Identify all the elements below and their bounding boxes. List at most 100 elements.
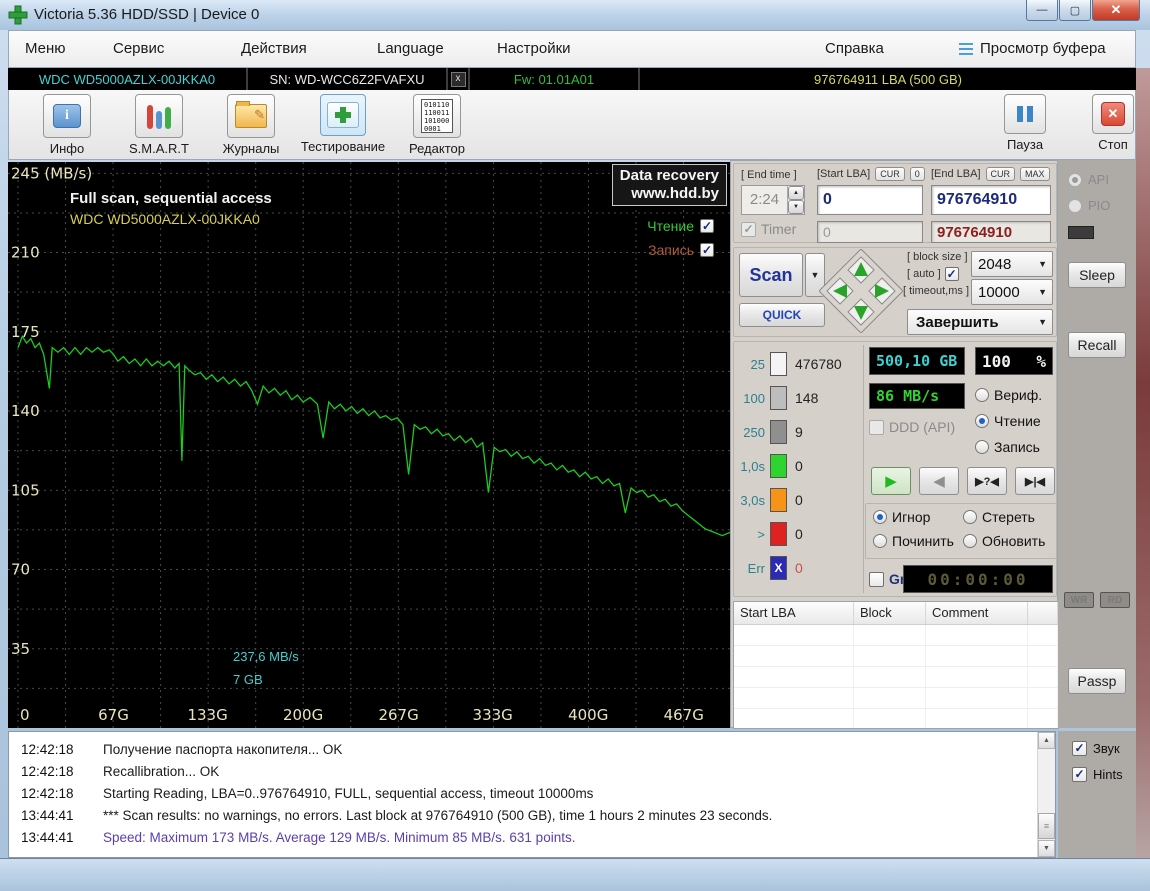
end-lba-cur-button[interactable]: CUR — [986, 167, 1016, 181]
auto-checkbox[interactable]: ✓ — [945, 267, 959, 281]
start-lba-cur-button[interactable]: CUR — [875, 167, 905, 181]
write-radio[interactable] — [975, 440, 989, 454]
ddd-row[interactable]: DDD (API) — [869, 419, 955, 435]
rd-button[interactable]: RD — [1100, 592, 1130, 608]
grid-checkbox[interactable] — [869, 572, 884, 587]
table-row[interactable] — [734, 646, 1058, 667]
sleep-label: Sleep — [1079, 267, 1115, 283]
table-row[interactable] — [734, 709, 1058, 729]
smart-icon — [147, 103, 171, 129]
scan-button[interactable]: Scan — [739, 253, 803, 297]
scan-chart[interactable]: 245 (MB/s)2101751401057035067G133G200G26… — [8, 162, 731, 728]
write-checkbox[interactable]: ✓ — [700, 243, 714, 257]
toolbar-info-button[interactable]: i Инфо — [21, 94, 113, 156]
toolbar-testing-button[interactable]: Тестирование — [297, 94, 389, 154]
ddd-checkbox[interactable] — [869, 420, 884, 435]
hints-option[interactable]: ✓ Hints — [1072, 767, 1123, 782]
verify-radio[interactable] — [975, 388, 989, 402]
repair-radio-row[interactable]: Починить — [873, 533, 954, 549]
timeout-select[interactable]: 10000▼ — [971, 279, 1053, 305]
toolbar-pause-button[interactable]: Пауза — [979, 94, 1071, 152]
timer-checkbox-row[interactable]: ✓ Timer — [741, 221, 796, 237]
start-lba-label: [Start LBA] — [817, 168, 870, 180]
menu-item-settings[interactable]: Настройки — [497, 40, 571, 57]
passp-button[interactable]: Passp — [1068, 668, 1126, 694]
ignore-label: Игнор — [892, 509, 930, 525]
retry-block-button[interactable]: ▶?◀ — [967, 467, 1007, 495]
pio-radio[interactable] — [1068, 199, 1082, 213]
back-button[interactable]: ◀ — [919, 467, 959, 495]
erase-radio[interactable] — [963, 510, 977, 524]
timeout-value: 10000 — [978, 284, 1020, 301]
hints-checkbox[interactable]: ✓ — [1072, 767, 1087, 782]
ignore-radio[interactable] — [873, 510, 887, 524]
end-lba-input[interactable]: 976764910 — [931, 185, 1051, 215]
scrollbar-thumb[interactable]: ≡ — [1038, 813, 1055, 839]
read-checkbox[interactable]: ✓ — [700, 219, 714, 233]
goto-block-button[interactable]: ▶|◀ — [1015, 467, 1055, 495]
sleep-button[interactable]: Sleep — [1068, 262, 1126, 288]
menu-item-service[interactable]: Сервис — [113, 40, 164, 57]
table-header-start-lba[interactable]: Start LBA — [734, 602, 854, 624]
menu-item-actions[interactable]: Действия — [241, 40, 307, 57]
options-panel: ✓ Звук ✓ Hints — [1058, 731, 1136, 858]
timer-checkbox[interactable]: ✓ — [741, 222, 756, 237]
recall-label: Recall — [1078, 337, 1117, 353]
device-tab-close[interactable]: x — [448, 68, 470, 90]
axis-tick-label: 333G — [473, 706, 513, 724]
end-time-spinner[interactable]: 2:24 ▲ ▼ — [741, 185, 805, 215]
ignore-radio-row[interactable]: Игнор — [873, 509, 930, 525]
sound-checkbox[interactable]: ✓ — [1072, 741, 1087, 756]
device-serial: SN: WD-WCC6Z2FVAFXU — [248, 68, 448, 90]
toolbar-smart-button[interactable]: S.M.A.R.T — [113, 94, 205, 156]
start-button[interactable]: ▶ — [871, 467, 911, 495]
log-panel[interactable]: 12:42:18Получение паспорта накопителя...… — [8, 731, 1056, 858]
log-scrollbar[interactable]: ▲ ≡ ▼ — [1037, 732, 1055, 857]
start-lba-zero-button[interactable]: 0 — [910, 167, 925, 181]
device-model[interactable]: WDC WD5000AZLX-00JKKA0 — [8, 68, 248, 90]
scroll-up-icon[interactable]: ▲ — [1038, 732, 1055, 749]
table-row[interactable] — [734, 625, 1058, 646]
verify-radio-row[interactable]: Вериф. — [975, 387, 1042, 403]
recall-button[interactable]: Recall — [1068, 332, 1126, 358]
table-cell — [734, 646, 854, 666]
api-radio[interactable] — [1068, 173, 1082, 187]
after-scan-action-select[interactable]: Завершить▼ — [907, 309, 1053, 335]
sound-option[interactable]: ✓ Звук — [1072, 741, 1120, 756]
wr-button[interactable]: WR — [1064, 592, 1094, 608]
toolbar-editor-button[interactable]: 010110 110011 101000 0001 Редактор — [391, 94, 483, 156]
toolbar-info-label: Инфо — [21, 141, 113, 156]
spin-down-icon[interactable]: ▼ — [788, 200, 804, 214]
refresh-radio-row[interactable]: Обновить — [963, 533, 1045, 549]
read-radio[interactable] — [975, 414, 989, 428]
read-radio-row[interactable]: Чтение — [975, 413, 1041, 429]
menu-item-language[interactable]: Language — [377, 40, 444, 57]
buffer-view-button[interactable]: Просмотр буфера — [959, 40, 1106, 57]
minimize-button[interactable]: — — [1026, 0, 1058, 21]
device-capacity: 976764911 LBA (500 GB) — [640, 68, 1136, 90]
menu-item-help[interactable]: Справка — [825, 40, 884, 57]
maximize-button[interactable]: ▢ — [1059, 0, 1091, 21]
toolbar-journals-button[interactable]: ✎ Журналы — [205, 94, 297, 156]
spin-up-icon[interactable]: ▲ — [788, 186, 804, 200]
start-lba-input[interactable]: 0 — [817, 185, 923, 215]
seek-dpad[interactable] — [819, 249, 903, 333]
repair-radio[interactable] — [873, 534, 887, 548]
table-header-block[interactable]: Block — [854, 602, 926, 624]
first-aid-cross-icon — [327, 102, 359, 128]
table-row[interactable] — [734, 688, 1058, 709]
toolbar-journals-label: Журналы — [205, 141, 297, 156]
defect-table[interactable]: Start LBABlockComment — [733, 601, 1059, 729]
menu-item-menu[interactable]: Меню — [25, 40, 66, 57]
speed-lcd: 86 MB/s — [869, 383, 965, 409]
write-radio-row[interactable]: Запись — [975, 439, 1040, 455]
block-size-select[interactable]: 2048▼ — [971, 251, 1053, 277]
end-lba-max-button[interactable]: MAX — [1020, 167, 1050, 181]
refresh-radio[interactable] — [963, 534, 977, 548]
quick-button[interactable]: QUICK — [739, 303, 825, 327]
table-header-comment[interactable]: Comment — [926, 602, 1028, 624]
erase-radio-row[interactable]: Стереть — [963, 509, 1035, 525]
table-row[interactable] — [734, 667, 1058, 688]
close-button[interactable]: ✕ — [1092, 0, 1140, 21]
scroll-down-icon[interactable]: ▼ — [1038, 840, 1055, 857]
